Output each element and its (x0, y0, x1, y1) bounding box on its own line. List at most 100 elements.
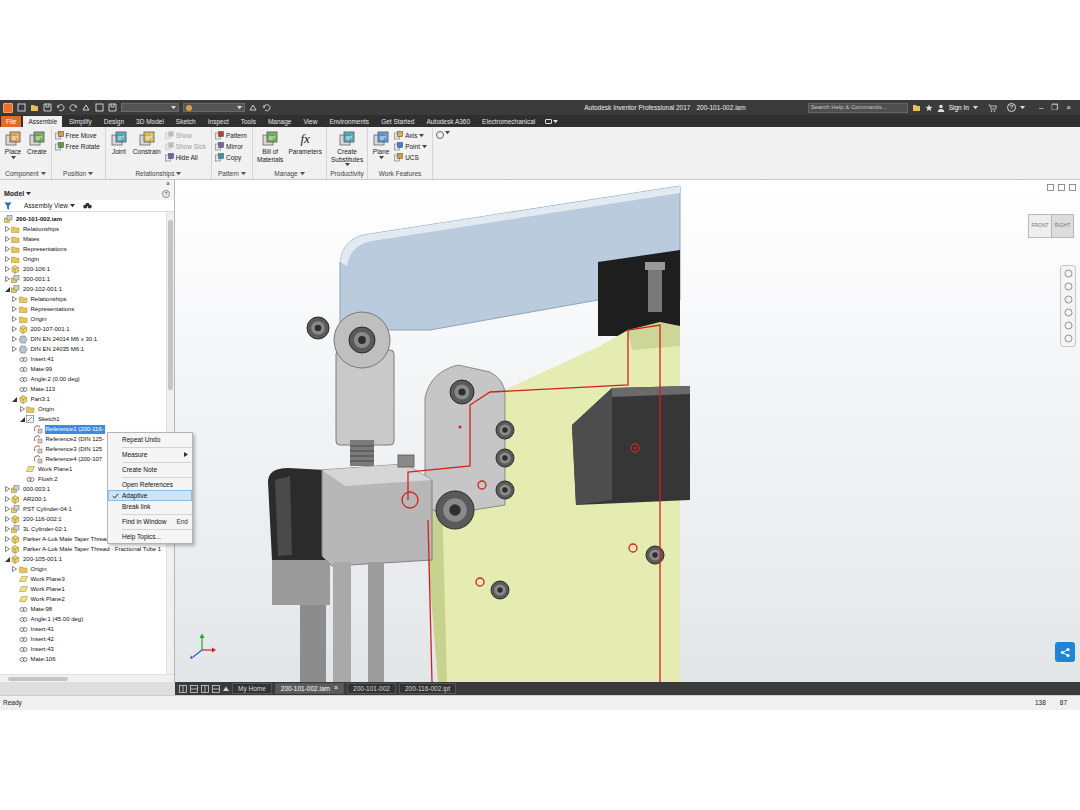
tree-item[interactable]: Part3:1 (0, 394, 166, 404)
ribbon-tab[interactable]: Inspect (203, 116, 234, 127)
quick-access-icon[interactable] (82, 103, 91, 112)
ribbon-panel-title[interactable]: Manage (256, 169, 323, 179)
appearance-dropdown[interactable] (183, 103, 245, 112)
binoculars-icon[interactable] (83, 202, 92, 209)
ribbon-large-button[interactable]: Place (3, 130, 23, 160)
ribbon-small-button[interactable]: UCS (394, 152, 429, 163)
navigation-tool-icon[interactable] (1064, 308, 1073, 317)
viewport-control-icon[interactable] (1058, 184, 1065, 191)
tree-item[interactable]: 200-102-001:1 (0, 284, 166, 294)
tree-item[interactable]: Insert:43 (0, 644, 166, 654)
quick-access-icon[interactable] (30, 103, 39, 112)
quick-access-icon[interactable] (69, 103, 78, 112)
tree-item[interactable]: Mate:113 (0, 384, 166, 394)
ribbon-tab[interactable]: Tools (236, 116, 261, 127)
tree-item[interactable]: 200-105-001:1 (0, 554, 166, 564)
quick-access-icon[interactable] (249, 103, 258, 112)
browser-close-button[interactable]: × (166, 180, 170, 188)
cart-icon[interactable] (988, 104, 997, 112)
quick-access-icon[interactable] (912, 103, 921, 112)
ribbon-small-button[interactable]: Show (165, 130, 208, 141)
user-icon[interactable] (937, 104, 945, 112)
navigation-tool-icon[interactable] (1064, 334, 1073, 343)
ribbon-small-button[interactable]: Free Rotate (55, 141, 102, 152)
ribbon-panel-title[interactable]: Pattern (215, 169, 249, 179)
tree-item[interactable]: Relationships (0, 294, 166, 304)
collapsed-arrow-icon[interactable] (5, 546, 10, 552)
window-layout-icon[interactable] (212, 685, 220, 693)
collapsed-arrow-icon[interactable] (5, 496, 10, 502)
tree-item[interactable]: 200-101-002.iam (0, 214, 166, 224)
ribbon-small-button[interactable]: Free Move (55, 130, 102, 141)
collapsed-arrow-icon[interactable] (5, 516, 10, 522)
collapsed-arrow-icon[interactable] (5, 536, 10, 542)
collapsed-arrow-icon[interactable] (12, 306, 17, 312)
ribbon-panel-title[interactable]: Relationships (109, 169, 208, 179)
collapsed-arrow-icon[interactable] (12, 316, 17, 322)
document-tab[interactable]: 200-101-002 (347, 683, 396, 694)
browser-help-button[interactable]: ? (162, 190, 170, 198)
ribbon-large-button[interactable]: Create (26, 130, 48, 156)
tree-item[interactable]: Origin (0, 254, 166, 264)
collapsed-arrow-icon[interactable] (5, 266, 10, 272)
browser-title[interactable]: Model (4, 189, 24, 200)
ribbon-tab[interactable]: Design (99, 116, 129, 127)
ribbon-tab[interactable]: Sketch (171, 116, 201, 127)
collapsed-arrow-icon[interactable] (12, 346, 17, 352)
panel-options-button[interactable] (433, 127, 450, 179)
tree-item[interactable]: 200-107-001:1 (0, 324, 166, 334)
ribbon-tab[interactable]: Simplify (64, 116, 97, 127)
tree-item[interactable]: Origin (0, 314, 166, 324)
ribbon-large-button[interactable]: Joint (109, 130, 129, 156)
ribbon-small-button[interactable]: Hide All (165, 152, 208, 163)
tree-item[interactable]: Relationships (0, 224, 166, 234)
ribbon-small-button[interactable]: Copy (215, 152, 249, 163)
tree-item[interactable]: Parker A-Lok Male Taper Thread - Fractio… (0, 544, 166, 554)
ribbon-tab[interactable]: Autodesk A360 (421, 116, 475, 127)
ribbon-panel-title[interactable]: Position (55, 169, 102, 179)
tree-item[interactable]: Sketch1 (0, 414, 166, 424)
context-menu-item[interactable]: Break link (108, 501, 192, 512)
tree-item[interactable]: Representations (0, 244, 166, 254)
collapsed-arrow-icon[interactable] (5, 226, 10, 232)
navigation-tool-icon[interactable] (1064, 282, 1073, 291)
tree-item[interactable]: Representations (0, 304, 166, 314)
tree-item[interactable]: Work Plane1 (0, 584, 166, 594)
ribbon-large-button[interactable]: fxParameters (287, 130, 323, 156)
inventor-logo-icon[interactable] (3, 103, 13, 113)
ribbon-large-button[interactable]: Plane (371, 130, 391, 160)
view-cube[interactable]: FRONTRIGHT (1028, 214, 1074, 238)
quick-access-icon[interactable] (43, 103, 52, 112)
tab-close-button[interactable]: × (334, 683, 338, 694)
ribbon-tab[interactable]: Get Started (376, 116, 419, 127)
window-layout-icon[interactable] (201, 685, 209, 693)
assembly-model[interactable] (175, 180, 1080, 682)
tree-item[interactable]: Origin (0, 564, 166, 574)
expanded-arrow-icon[interactable] (5, 557, 10, 562)
window-control-button[interactable]: ❐ (1051, 103, 1058, 113)
navigation-tool-icon[interactable] (1064, 269, 1073, 278)
tab-list-icon[interactable] (223, 686, 229, 691)
ribbon-small-button[interactable]: Mirror (215, 141, 249, 152)
ribbon-large-button[interactable]: Bill ofMaterials (256, 130, 284, 163)
viewport-control-icon[interactable] (1047, 184, 1054, 191)
ribbon-options-button[interactable] (542, 116, 561, 127)
tree-item[interactable]: Angle:1 (45.00 deg) (0, 614, 166, 624)
help-button[interactable]: ? (1007, 103, 1016, 112)
collapsed-arrow-icon[interactable] (12, 336, 17, 342)
collapsed-arrow-icon[interactable] (5, 526, 10, 532)
quick-access-icon[interactable] (17, 103, 26, 112)
sign-in-button[interactable]: Sign In (949, 103, 969, 113)
ribbon-large-button[interactable]: Constrain (132, 130, 162, 156)
search-field[interactable]: Search Help & Commands... (808, 103, 908, 113)
collapsed-arrow-icon[interactable] (12, 566, 17, 572)
collapsed-arrow-icon[interactable] (5, 276, 10, 282)
document-tab[interactable]: 200-101-002.iam× (275, 683, 344, 694)
quick-access-icon[interactable] (56, 103, 65, 112)
tree-item[interactable]: Insert:41 (0, 624, 166, 634)
ribbon-tab[interactable]: 3D Model (131, 116, 169, 127)
star-icon[interactable] (925, 104, 933, 112)
tree-item[interactable]: Mate:99 (0, 364, 166, 374)
expanded-arrow-icon[interactable] (12, 397, 17, 402)
quick-access-icon[interactable] (108, 103, 117, 112)
